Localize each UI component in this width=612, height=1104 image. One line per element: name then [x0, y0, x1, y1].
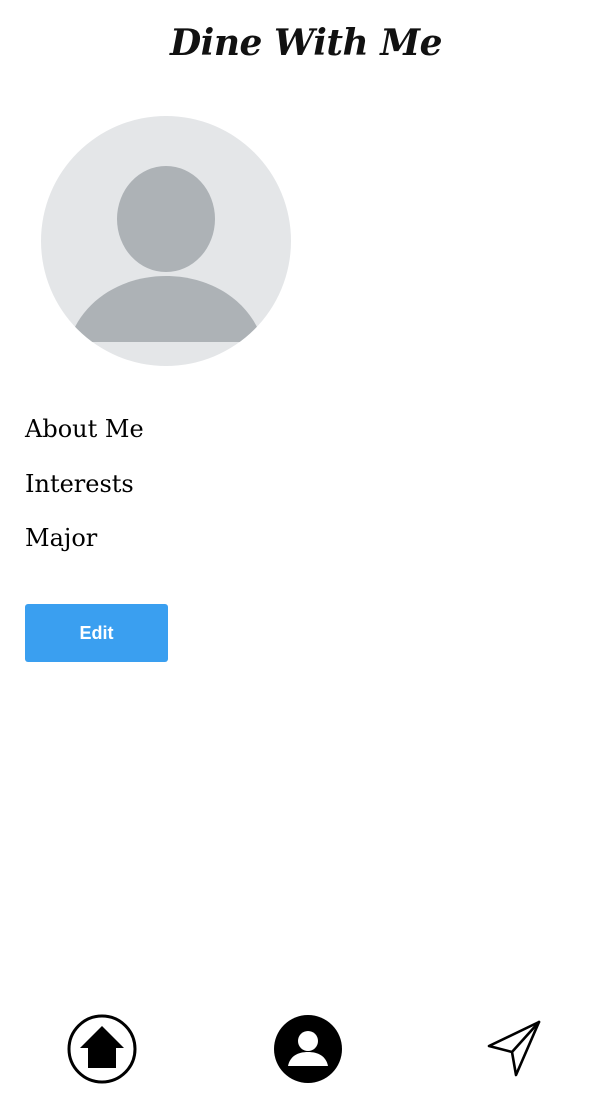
default-user-avatar-icon [41, 116, 291, 366]
app-title: Dine With Me [169, 22, 443, 64]
interests-label: Interests [25, 470, 134, 498]
send-icon [487, 1020, 541, 1077]
profile-page: Dine With Me About Me Interests Major Ed… [0, 0, 612, 1104]
nav-home[interactable] [65, 1012, 139, 1086]
avatar[interactable] [41, 116, 291, 366]
profile-icon [274, 1015, 342, 1083]
home-icon [67, 1014, 137, 1084]
nav-send[interactable] [479, 1012, 553, 1086]
bottom-nav [0, 1000, 612, 1104]
about-me-label: About Me [25, 415, 144, 443]
nav-profile[interactable] [271, 1012, 345, 1086]
edit-button[interactable]: Edit [25, 604, 168, 662]
major-label: Major [25, 524, 98, 552]
